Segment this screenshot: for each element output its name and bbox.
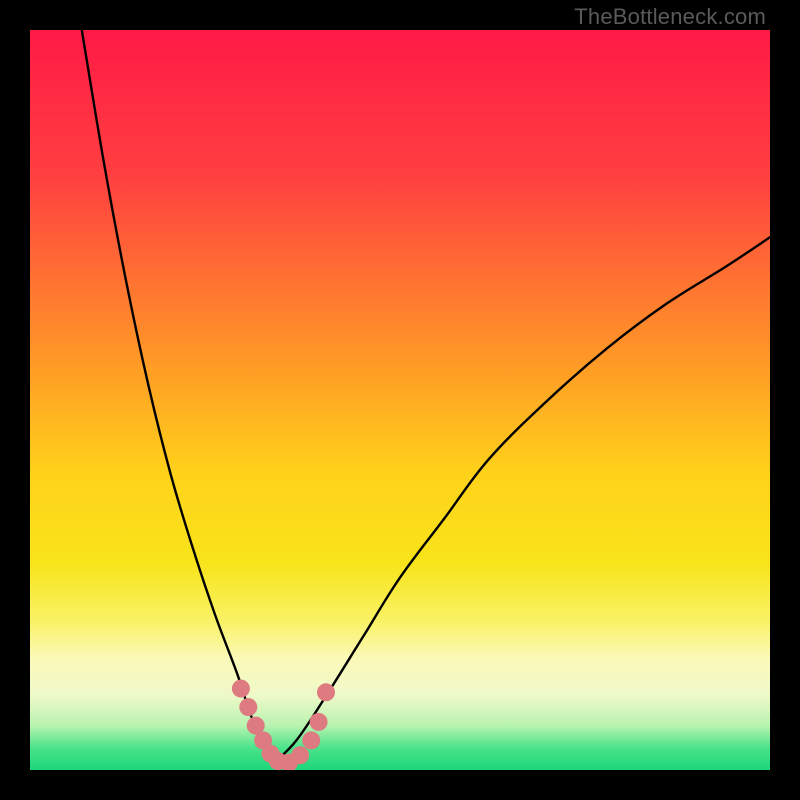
gradient-background [30,30,770,770]
plot-area [30,30,770,770]
chart-canvas: TheBottleneck.com [0,0,800,800]
watermark-text: TheBottleneck.com [574,4,766,30]
